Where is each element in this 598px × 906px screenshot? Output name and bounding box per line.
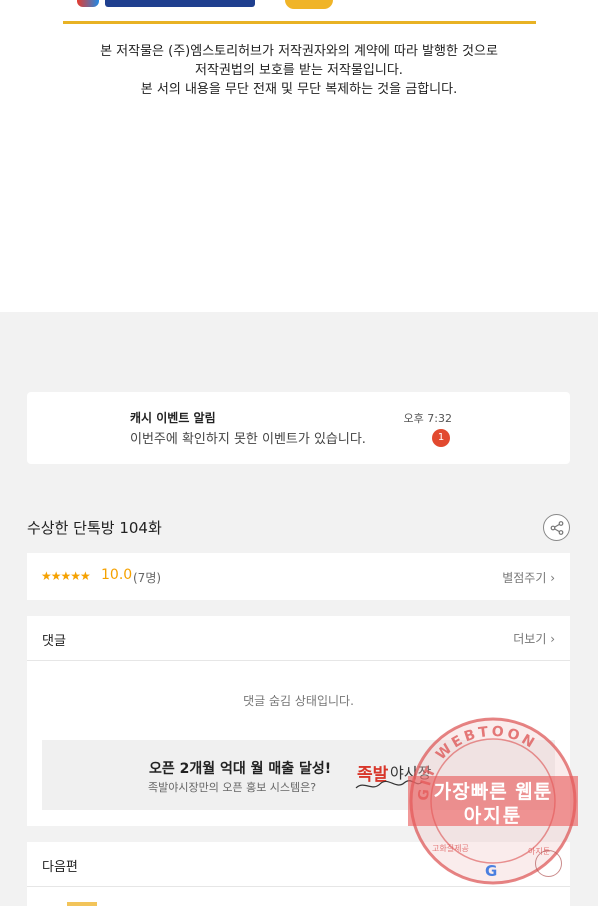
scroll-top-button[interactable] — [535, 850, 562, 877]
next-episode-label: 다음편 — [42, 860, 78, 875]
notification-message: 이번주에 확인하지 못한 이벤트가 있습니다. — [130, 432, 366, 447]
notification-title: 캐시 이벤트 알림 — [130, 411, 216, 425]
comments-hidden-message: 댓글 숨김 상태입니다. — [243, 694, 354, 708]
episode-title: 수상한 단톡방 104화 — [27, 519, 162, 537]
notification-time: 오후 7:32 — [403, 412, 452, 425]
publisher-logo — [63, 0, 536, 22]
watermark-side-left: 고화질제공 — [432, 844, 469, 853]
copyright-line-1: 본 저작물은 (주)엠스토리허브가 저작권자와의 계약에 따라 발행한 것으로 — [100, 44, 498, 59]
notification-badge: 1 — [432, 429, 450, 447]
rating-card: ★★★★★ 10.0 (7명) 별점주기 › — [27, 553, 570, 600]
copyright-line-2: 저작권법의 보호를 받는 저작물입니다. — [195, 63, 403, 78]
comments-header: 댓글 더보기 › — [27, 616, 570, 661]
rate-button[interactable]: 별점주기 › — [502, 569, 555, 586]
share-icon — [550, 520, 563, 535]
next-episode-thumbnail[interactable] — [67, 902, 97, 906]
copyright-notice: 본 저작물은 (주)엠스토리허브가 저작권자와의 계약에 따라 발행한 것으로 … — [0, 42, 598, 99]
ad-title: 오픈 2개월 억대 월 매출 달성! — [149, 761, 332, 777]
copyright-line-3: 본 서의 내용을 무단 전재 및 무단 복제하는 것을 금합니다. — [140, 82, 458, 97]
watermark-line-1: 가장빠른 웹툰 — [433, 781, 553, 803]
share-button[interactable] — [543, 514, 570, 541]
watermark-line-2: 아지툰 — [463, 805, 523, 827]
google-icon: G — [485, 862, 498, 880]
comments-more-link[interactable]: 더보기 › — [513, 630, 555, 647]
divider — [63, 21, 536, 24]
rating-count: (7명) — [133, 571, 162, 585]
copyright-section: 본 저작물은 (주)엠스토리허브가 저작권자와의 계약에 따라 발행한 것으로 … — [0, 0, 598, 312]
notification-card[interactable]: 캐시 이벤트 알림 이번주에 확인하지 못한 이벤트가 있습니다. 오후 7:3… — [27, 392, 570, 464]
rating-score: 10.0 — [101, 567, 133, 583]
ad-subtitle: 족발야시장만의 오픈 홍보 시스템은? — [148, 781, 317, 794]
publisher-logo-mark — [77, 0, 257, 7]
rating-stars-icon: ★★★★★ — [41, 569, 91, 583]
comments-label: 댓글 — [42, 634, 66, 649]
publisher-badge-icon — [285, 0, 333, 9]
